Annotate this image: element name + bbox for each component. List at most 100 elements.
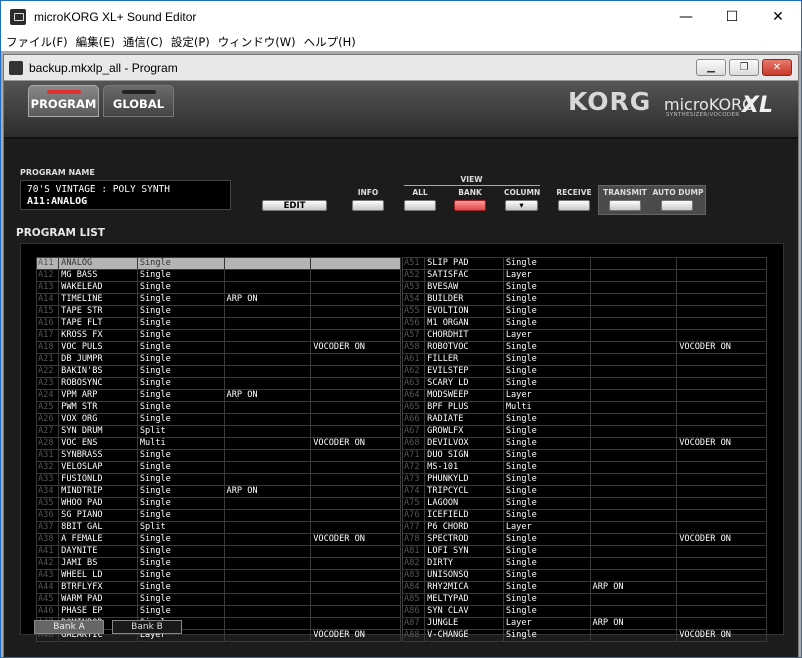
program-row[interactable]: A27 SYN DRUM Split bbox=[35, 425, 401, 438]
program-row[interactable]: A35 WHOO PAD Single bbox=[35, 497, 401, 510]
program-row[interactable]: A22 BAKIN'BS Single bbox=[35, 365, 401, 378]
menu-communication[interactable]: 通信(C) bbox=[118, 34, 166, 50]
program-row[interactable]: A84 RHY2MICA Single ARP ON bbox=[401, 581, 767, 594]
program-row[interactable]: A36 SG PIANO Single bbox=[35, 509, 401, 522]
view-all-button[interactable] bbox=[404, 200, 436, 211]
program-row[interactable]: A14 TIMELINE Single ARP ON bbox=[35, 293, 401, 306]
edit-button[interactable]: EDIT bbox=[262, 200, 327, 211]
program-row[interactable]: A85 MELTYPAD Single bbox=[401, 593, 767, 606]
program-number: A78 bbox=[401, 533, 426, 546]
child-close-button[interactable]: ✕ bbox=[762, 59, 792, 76]
program-row[interactable]: A64 MODSWEEP Layer bbox=[401, 389, 767, 402]
program-row[interactable]: A16 TAPE FLT Single bbox=[35, 317, 401, 330]
program-row[interactable]: A57 CHORDHIT Layer bbox=[401, 329, 767, 342]
menu-settings[interactable]: 設定(P) bbox=[166, 34, 213, 50]
menu-edit[interactable]: 編集(E) bbox=[71, 34, 118, 50]
bank-b-tab[interactable]: Bank B bbox=[112, 620, 182, 634]
program-row[interactable]: A33 FUSIONLD Single bbox=[35, 473, 401, 486]
program-row[interactable]: A17 KROSS FX Single bbox=[35, 329, 401, 342]
program-row[interactable]: A56 M1 ORGAN Single bbox=[401, 317, 767, 330]
tab-program-label: PROGRAM bbox=[30, 97, 97, 111]
program-row[interactable]: A43 WHEEL LD Single bbox=[35, 569, 401, 582]
program-row[interactable]: A11 ANALOG Single bbox=[35, 257, 401, 270]
program-row[interactable]: A12 MG BASS Single bbox=[35, 269, 401, 282]
child-restore-button[interactable]: ❐ bbox=[729, 59, 759, 76]
program-row[interactable]: A58 ROBOTVOC Single VOCODER ON bbox=[401, 341, 767, 354]
program-row[interactable]: A52 SATISFAC Layer bbox=[401, 269, 767, 282]
program-row[interactable]: A62 EVILSTEP Single bbox=[401, 365, 767, 378]
program-name: UNISONSQ bbox=[424, 569, 504, 582]
view-bank-button[interactable] bbox=[454, 200, 486, 211]
arp-status: ARP ON bbox=[589, 581, 678, 594]
program-number: A67 bbox=[401, 425, 426, 438]
tab-global[interactable]: GLOBAL bbox=[103, 85, 174, 117]
program-row[interactable]: A67 GROWLFX Single bbox=[401, 425, 767, 438]
program-row[interactable]: A86 SYN CLAV Single bbox=[401, 605, 767, 618]
program-row[interactable]: A41 DAYNITE Single bbox=[35, 545, 401, 558]
program-row[interactable]: A75 LAGOON Single bbox=[401, 497, 767, 510]
program-row[interactable]: A55 EVOLTION Single bbox=[401, 305, 767, 318]
program-row[interactable]: A37 8BIT GAL Split bbox=[35, 521, 401, 534]
info-button[interactable] bbox=[352, 200, 384, 211]
vocoder-status bbox=[676, 497, 767, 510]
program-row[interactable]: A87 JUNGLE Layer ARP ON bbox=[401, 617, 767, 630]
program-row[interactable]: A65 BPF PLUS Multi bbox=[401, 401, 767, 414]
program-row[interactable]: A72 MS-101 Single bbox=[401, 461, 767, 474]
bank-a-tab[interactable]: Bank A bbox=[34, 620, 104, 634]
program-row[interactable]: A32 VELOSLAP Single bbox=[35, 461, 401, 474]
program-row[interactable]: A18 VOC PULS Single VOCODER ON bbox=[35, 341, 401, 354]
program-row[interactable]: A38 A FEMALE Single VOCODER ON bbox=[35, 533, 401, 546]
program-row[interactable]: A66 RADIATE Single bbox=[401, 413, 767, 426]
program-name: GROWLFX bbox=[424, 425, 504, 438]
arp-status bbox=[589, 401, 678, 414]
program-row[interactable]: A73 PHUNKYLD Single bbox=[401, 473, 767, 486]
program-row[interactable]: A44 BTRFLYFX Single bbox=[35, 581, 401, 594]
menu-file[interactable]: ファイル(F) bbox=[1, 34, 71, 50]
program-row[interactable]: A51 SLIP PAD Single bbox=[401, 257, 767, 270]
auto-dump-button[interactable] bbox=[661, 200, 693, 211]
program-row[interactable]: A13 WAKELEAD Single bbox=[35, 281, 401, 294]
close-button[interactable]: ✕ bbox=[755, 1, 801, 32]
program-row[interactable]: A15 TAPE STR Single bbox=[35, 305, 401, 318]
program-row[interactable]: A42 JAMI BS Single bbox=[35, 557, 401, 570]
program-row[interactable]: A81 LOFI SYN Single bbox=[401, 545, 767, 558]
program-row[interactable]: A78 SPECTROD Single VOCODER ON bbox=[401, 533, 767, 546]
program-row[interactable]: A82 DIRTY Single bbox=[401, 557, 767, 570]
program-category: 70'S VINTAGE : POLY SYNTH bbox=[27, 184, 170, 195]
column-dropdown[interactable]: ▾ bbox=[505, 200, 538, 211]
program-row[interactable]: A23 ROBOSYNC Single bbox=[35, 377, 401, 390]
program-row[interactable]: A77 P6 CHORD Layer bbox=[401, 521, 767, 534]
program-row[interactable]: A71 DUO SIGN Single bbox=[401, 449, 767, 462]
program-row[interactable]: A25 PWM STR Single bbox=[35, 401, 401, 414]
arp-status bbox=[589, 449, 678, 462]
maximize-button[interactable]: ☐ bbox=[709, 1, 755, 32]
menu-help[interactable]: ヘルプ(H) bbox=[299, 34, 359, 50]
program-row[interactable]: A63 SCARY LD Single bbox=[401, 377, 767, 390]
program-row[interactable]: A34 MINDTRIP Single ARP ON bbox=[35, 485, 401, 498]
program-row[interactable]: A45 WARM PAD Single bbox=[35, 593, 401, 606]
program-row[interactable]: A83 UNISONSQ Single bbox=[401, 569, 767, 582]
program-row[interactable]: A31 SYNBRASS Single bbox=[35, 449, 401, 462]
program-row[interactable]: A88 V-CHANGE Single VOCODER ON bbox=[401, 629, 767, 642]
tab-program[interactable]: PROGRAM bbox=[28, 85, 99, 117]
minimize-button[interactable]: — bbox=[663, 1, 709, 32]
program-row[interactable]: A21 DB JUMPR Single bbox=[35, 353, 401, 366]
program-mode: Layer bbox=[502, 521, 591, 534]
program-row[interactable]: A53 BVESAW Single bbox=[401, 281, 767, 294]
program-name: JAMI BS bbox=[58, 557, 138, 570]
transmit-button[interactable] bbox=[609, 200, 641, 211]
program-row[interactable]: A24 VPM ARP Single ARP ON bbox=[35, 389, 401, 402]
program-row[interactable]: A54 BUILDER Single bbox=[401, 293, 767, 306]
program-row[interactable]: A26 VOX ORG Single bbox=[35, 413, 401, 426]
program-mode: Single bbox=[136, 281, 225, 294]
program-row[interactable]: A46 PHASE EP Single bbox=[35, 605, 401, 618]
program-row[interactable]: A74 TRIPCYCL Single bbox=[401, 485, 767, 498]
menu-window[interactable]: ウィンドウ(W) bbox=[213, 34, 299, 50]
receive-button[interactable] bbox=[558, 200, 590, 211]
program-row[interactable]: A61 FILLER Single bbox=[401, 353, 767, 366]
program-row[interactable]: A76 ICEFIELD Single bbox=[401, 509, 767, 522]
program-row[interactable]: A68 DEVILVOX Single VOCODER ON bbox=[401, 437, 767, 450]
program-row[interactable]: A28 VOC ENS Multi VOCODER ON bbox=[35, 437, 401, 450]
child-minimize-button[interactable]: ▁ bbox=[696, 59, 726, 76]
program-number: A27 bbox=[35, 425, 60, 438]
